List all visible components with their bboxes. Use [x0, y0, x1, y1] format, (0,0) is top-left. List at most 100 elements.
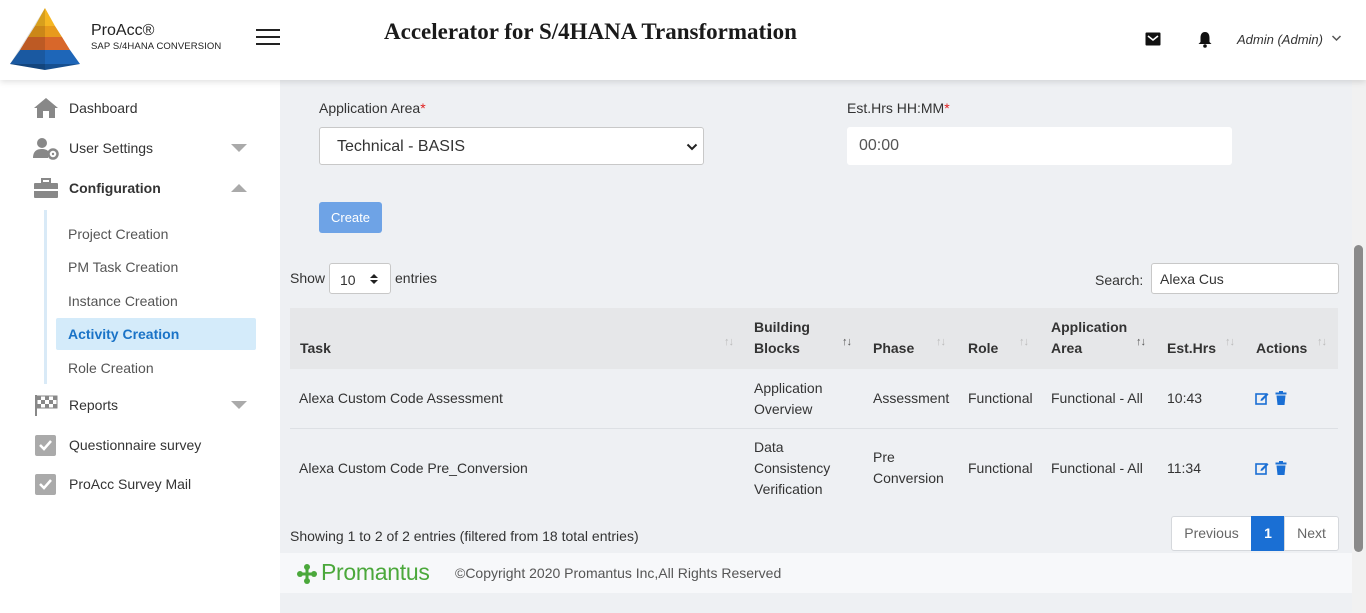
application-area-value: Technical - BASIS	[337, 138, 466, 155]
proacc-logo	[10, 8, 80, 70]
promantus-logo: Promantus	[296, 559, 456, 586]
cell-role: Functional	[968, 390, 1033, 406]
checkbox-icon	[35, 435, 56, 456]
col-header-role[interactable]: Role	[968, 338, 998, 359]
cell-phase: Pre Conversion	[873, 449, 944, 486]
app-title: Accelerator for S/4HANA Transformation	[384, 19, 797, 44]
copyright-text: ©Copyright 2020 Promantus Inc,All Rights…	[455, 565, 782, 581]
mail-icon[interactable]	[1145, 32, 1161, 46]
sidebar-subitem-project-creation[interactable]: Project Creation	[56, 218, 256, 250]
edit-icon[interactable]	[1255, 461, 1269, 475]
checkered-flag-icon	[35, 395, 58, 416]
sidebar-subitem-role-creation[interactable]: Role Creation	[56, 352, 256, 384]
sort-icon[interactable]: ↑↓	[1019, 336, 1033, 350]
sort-icon[interactable]: ↑↓	[842, 336, 856, 350]
required-mark: *	[420, 100, 426, 116]
cell-est-hrs: 10:43	[1167, 390, 1203, 406]
brand-name: ProAcc®	[91, 22, 155, 39]
table-header: Task ↑↓ Building Blocks ↑↓ Phase ↑↓ Role …	[290, 308, 1338, 369]
home-icon	[34, 98, 58, 118]
est-hrs-input[interactable]: 00:00	[847, 127, 1232, 165]
delete-icon[interactable]	[1274, 391, 1288, 405]
page-1-button[interactable]: 1	[1251, 516, 1285, 551]
sidebar-item-label: ProAcc Survey Mail	[69, 476, 192, 492]
sidebar-subitem-pm-task-creation[interactable]: PM Task Creation	[56, 251, 256, 283]
sidebar-item-label: Configuration	[69, 180, 161, 196]
user-settings-icon	[33, 138, 59, 160]
brand: ProAcc® SAP S/4HANA CONVERSION	[91, 22, 221, 52]
bell-icon[interactable]	[1197, 31, 1213, 48]
user-menu[interactable]: Admin (Admin)	[1237, 32, 1323, 47]
sidebar-subitem-label: Role Creation	[68, 360, 154, 376]
cell-application-area: Functional - All	[1051, 460, 1143, 476]
hamburger-menu-icon[interactable]	[256, 29, 280, 47]
col-header-est-hrs[interactable]: Est.Hrs	[1167, 338, 1216, 359]
col-header-task[interactable]: Task	[300, 338, 331, 359]
sort-icon[interactable]: ↑↓	[1136, 336, 1150, 350]
sidebar-item-dashboard[interactable]: Dashboard	[0, 90, 280, 126]
page-length-select[interactable]: 10	[329, 263, 391, 294]
sidebar-subitem-instance-creation[interactable]: Instance Creation	[56, 285, 256, 317]
delete-icon[interactable]	[1274, 461, 1288, 475]
next-button[interactable]: Next	[1284, 516, 1339, 551]
sidebar-subitem-label: Project Creation	[68, 226, 169, 242]
chevron-down-icon[interactable]	[1331, 34, 1342, 42]
application-area-select[interactable]: Technical - BASIS	[319, 127, 704, 165]
sidebar-item-user-settings[interactable]: User Settings	[0, 130, 280, 166]
chevron-down-icon	[686, 143, 698, 151]
sidebar-item-configuration[interactable]: Configuration	[0, 170, 280, 206]
cell-building-blocks: Application Overview	[754, 380, 823, 417]
up-down-arrows-icon	[370, 274, 378, 284]
show-label: Show	[290, 270, 326, 286]
col-header-application-area[interactable]: Application Area	[1051, 317, 1127, 359]
scrollbar-thumb[interactable]	[1354, 245, 1363, 552]
sort-icon[interactable]: ↑↓	[1225, 336, 1239, 350]
caret-down-icon	[231, 144, 247, 152]
cell-est-hrs: 11:34	[1167, 460, 1201, 476]
briefcase-icon	[34, 178, 58, 198]
sidebar-item-reports[interactable]: Reports	[0, 387, 280, 423]
edit-icon[interactable]	[1255, 391, 1269, 405]
application-area-label: Application Area*	[319, 100, 426, 116]
col-header-building-blocks[interactable]: Building Blocks	[754, 317, 810, 359]
sidebar-item-label: Reports	[69, 397, 119, 413]
footer: Promantus ©Copyright 2020 Promantus Inc,…	[280, 553, 1354, 593]
table-row: Alexa Custom Code Pre_Conversion Data Con…	[290, 430, 1338, 508]
sidebar-item-questionnaire-survey[interactable]: Questionnaire survey	[0, 427, 280, 463]
sidebar: Dashboard User Settings Configuration Pr…	[0, 80, 280, 613]
table-row: Alexa Custom Code Assessment Application…	[290, 369, 1338, 429]
sidebar-item-label: User Settings	[69, 140, 154, 156]
est-hrs-label: Est.Hrs HH:MM*	[847, 100, 950, 116]
table-info: Showing 1 to 2 of 2 entries (filtered fr…	[290, 528, 639, 544]
sidebar-subitem-label: PM Task Creation	[68, 259, 179, 275]
search-label: Search:	[1095, 272, 1144, 288]
required-mark: *	[944, 100, 950, 116]
submenu-line	[44, 210, 47, 384]
search-input[interactable]: Alexa Cus	[1151, 263, 1339, 294]
checkbox-icon	[35, 474, 56, 495]
sort-icon: ↑↓	[1317, 336, 1327, 348]
previous-button[interactable]: Previous	[1171, 516, 1252, 551]
caret-down-icon	[231, 401, 247, 409]
est-hrs-value: 00:00	[859, 137, 900, 154]
col-header-phase[interactable]: Phase	[873, 338, 914, 359]
promantus-logo-icon	[297, 564, 317, 584]
top-header: ProAcc® SAP S/4HANA CONVERSION Accelerat…	[0, 0, 1366, 80]
entries-label: entries	[395, 270, 438, 286]
sidebar-item-label: Questionnaire survey	[69, 437, 202, 453]
sidebar-item-proacc-survey-mail[interactable]: ProAcc Survey Mail	[0, 466, 280, 502]
cell-application-area: Functional - All	[1051, 390, 1143, 406]
sidebar-subitem-activity-creation[interactable]: Activity Creation	[56, 318, 256, 350]
cell-role: Functional	[968, 460, 1033, 476]
cell-building-blocks: Data Consistency Verification	[754, 439, 831, 497]
cell-task: Alexa Custom Code Pre_Conversion	[299, 460, 528, 476]
brand-subtitle: SAP S/4HANA CONVERSION	[91, 41, 222, 52]
create-button[interactable]: Create	[319, 202, 382, 233]
cell-task: Alexa Custom Code Assessment	[299, 390, 503, 406]
cell-phase: Assessment	[873, 390, 950, 406]
search-value: Alexa Cus	[1160, 271, 1224, 287]
sidebar-subitem-label: Instance Creation	[68, 293, 178, 309]
sort-icon[interactable]: ↑↓	[936, 336, 950, 350]
caret-up-icon	[231, 184, 247, 192]
sort-icon[interactable]: ↑↓	[724, 336, 738, 350]
